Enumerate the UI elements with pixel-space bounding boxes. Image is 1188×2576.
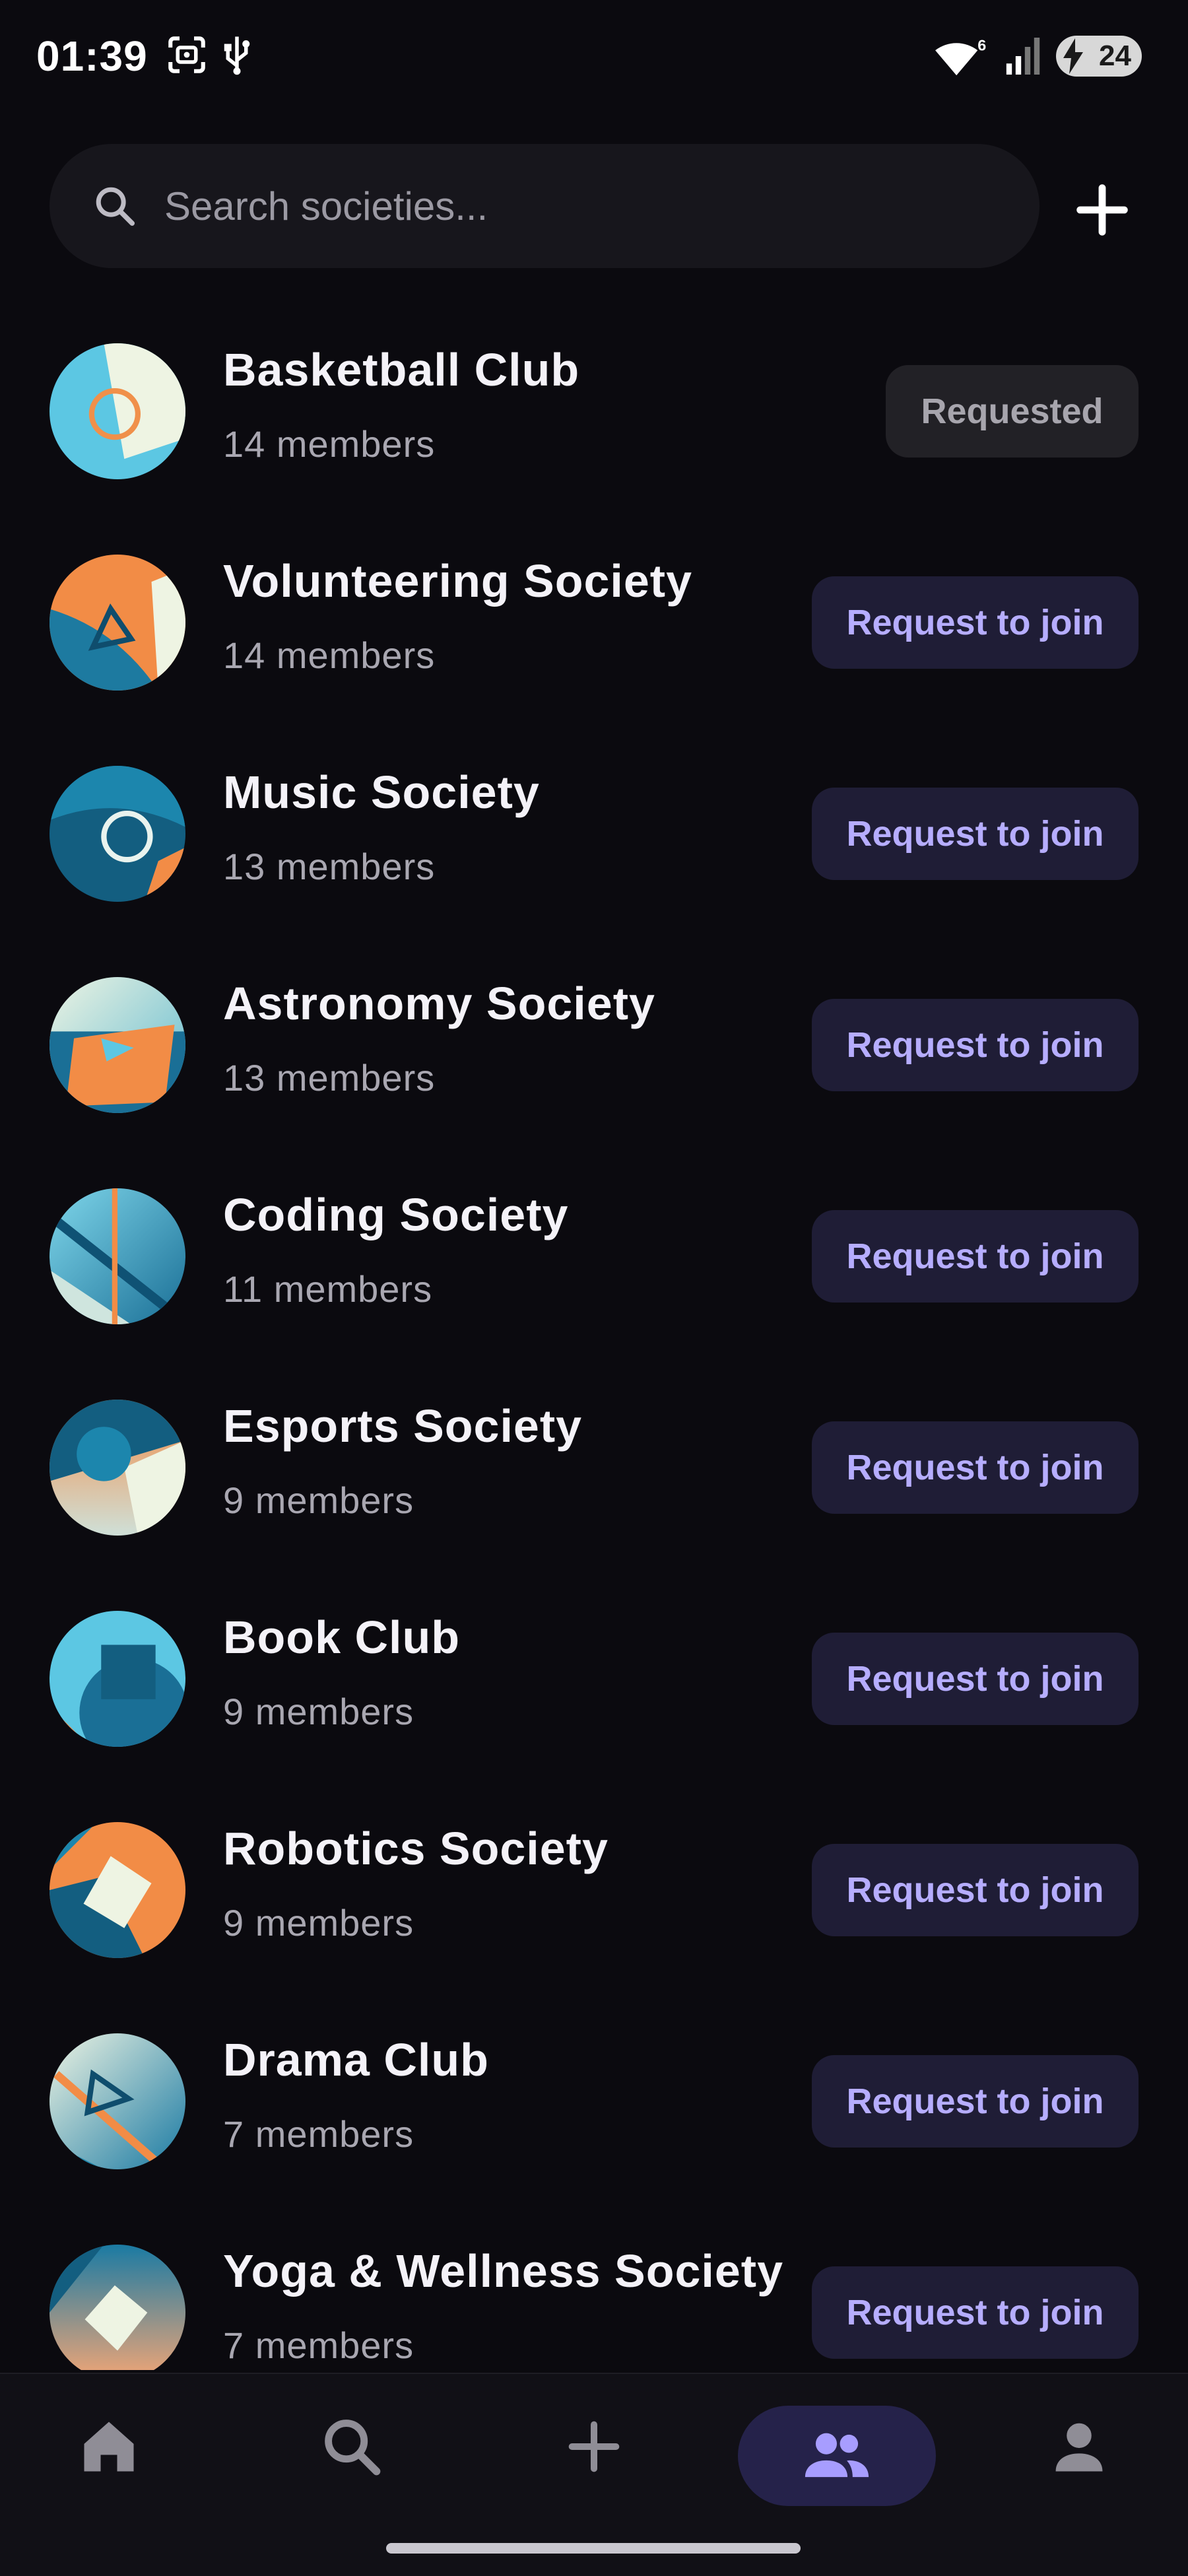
member-count: 11 members — [223, 1268, 433, 1310]
status-bar: 01:39 6 24 — [0, 0, 1188, 112]
society-row[interactable]: Book Club 9 members Request to join — [0, 1571, 1188, 1782]
member-count: 13 members — [223, 1057, 436, 1099]
request-to-join-button[interactable]: Request to join — [812, 576, 1138, 669]
society-name: Drama Club — [223, 2034, 489, 2085]
society-row[interactable]: Coding Society 11 members Request to joi… — [0, 1149, 1188, 1360]
society-name: Coding Society — [223, 1189, 569, 1240]
society-row[interactable]: Robotics Society 9 members Request to jo… — [0, 1782, 1188, 1994]
nav-add[interactable] — [558, 2410, 630, 2483]
society-avatar — [50, 2245, 185, 2370]
request-to-join-button[interactable]: Request to join — [812, 1844, 1138, 1936]
society-avatar — [50, 766, 185, 902]
society-row[interactable]: Astronomy Society 13 members Request to … — [0, 937, 1188, 1149]
usb-icon — [224, 36, 250, 75]
member-count: 14 members — [223, 634, 436, 676]
society-avatar — [50, 1611, 185, 1747]
member-count: 9 members — [223, 1691, 414, 1732]
member-count: 14 members — [223, 423, 436, 465]
society-row[interactable]: Drama Club 7 members Request to join — [0, 1994, 1188, 2205]
society-avatar — [50, 977, 185, 1113]
society-row[interactable]: Yoga & Wellness Society 7 members Reques… — [0, 2205, 1188, 2370]
request-to-join-button[interactable]: Request to join — [812, 999, 1138, 1091]
battery-charging-icon: 24 — [1056, 36, 1142, 77]
member-count: 7 members — [223, 2113, 414, 2155]
society-name: Esports Society — [223, 1400, 583, 1452]
request-to-join-button[interactable]: Request to join — [812, 788, 1138, 880]
society-avatar — [50, 343, 185, 479]
add-society-button[interactable] — [1069, 177, 1135, 243]
request-to-join-button[interactable]: Request to join — [812, 1633, 1138, 1725]
society-name: Yoga & Wellness Society — [223, 2245, 784, 2297]
society-name: Basketball Club — [223, 344, 580, 395]
search-icon — [96, 187, 135, 226]
profile-icon — [1055, 2423, 1103, 2472]
society-row[interactable]: Volunteering Society 14 members Request … — [0, 515, 1188, 726]
society-row[interactable]: Esports Society 9 members Request to joi… — [0, 1360, 1188, 1571]
society-row[interactable]: Music Society 13 members Request to join — [0, 726, 1188, 937]
nav-search[interactable] — [315, 2410, 388, 2483]
request-to-join-button[interactable]: Request to join — [812, 2055, 1138, 2148]
add-icon — [568, 2421, 620, 2472]
society-avatar — [50, 1822, 185, 1958]
society-name: Volunteering Society — [223, 555, 693, 607]
society-avatar — [50, 2033, 185, 2169]
request-to-join-button[interactable]: Request to join — [812, 1210, 1138, 1303]
wifi-badge: 6 — [977, 36, 986, 53]
society-avatar — [50, 1400, 185, 1536]
search-input[interactable]: Search societies... — [164, 184, 488, 229]
request-to-join-button[interactable]: Request to join — [812, 2266, 1138, 2359]
home-icon — [84, 2422, 134, 2472]
search-bar[interactable]: Search societies... — [50, 144, 1040, 268]
member-count: 9 members — [223, 1902, 414, 1944]
battery-level: 24 — [1099, 40, 1131, 72]
nav-societies[interactable] — [738, 2406, 936, 2506]
screenshot-icon — [168, 36, 205, 73]
member-count: 7 members — [223, 2324, 414, 2366]
nav-home[interactable] — [73, 2410, 145, 2483]
status-time: 01:39 — [36, 32, 148, 80]
society-row[interactable]: Basketball Club 14 members Requested — [0, 304, 1188, 515]
member-count: 9 members — [223, 1479, 414, 1521]
society-name: Robotics Society — [223, 1823, 609, 1874]
society-name: Music Society — [223, 766, 540, 818]
member-count: 13 members — [223, 846, 436, 887]
society-avatar — [50, 555, 185, 691]
wifi-icon: 6 — [935, 36, 986, 76]
society-name: Astronomy Society — [223, 978, 655, 1029]
home-indicator[interactable] — [386, 2543, 801, 2554]
requested-button[interactable]: Requested — [886, 365, 1138, 458]
signal-icon — [1006, 38, 1040, 75]
request-to-join-button[interactable]: Request to join — [812, 1421, 1138, 1514]
groups-icon — [805, 2433, 869, 2478]
society-avatar — [50, 1188, 185, 1324]
nav-profile[interactable] — [1043, 2410, 1115, 2483]
search-icon — [325, 2420, 381, 2476]
society-name: Book Club — [223, 1611, 460, 1663]
society-list: Basketball Club 14 members Requested Vol… — [0, 304, 1188, 2370]
